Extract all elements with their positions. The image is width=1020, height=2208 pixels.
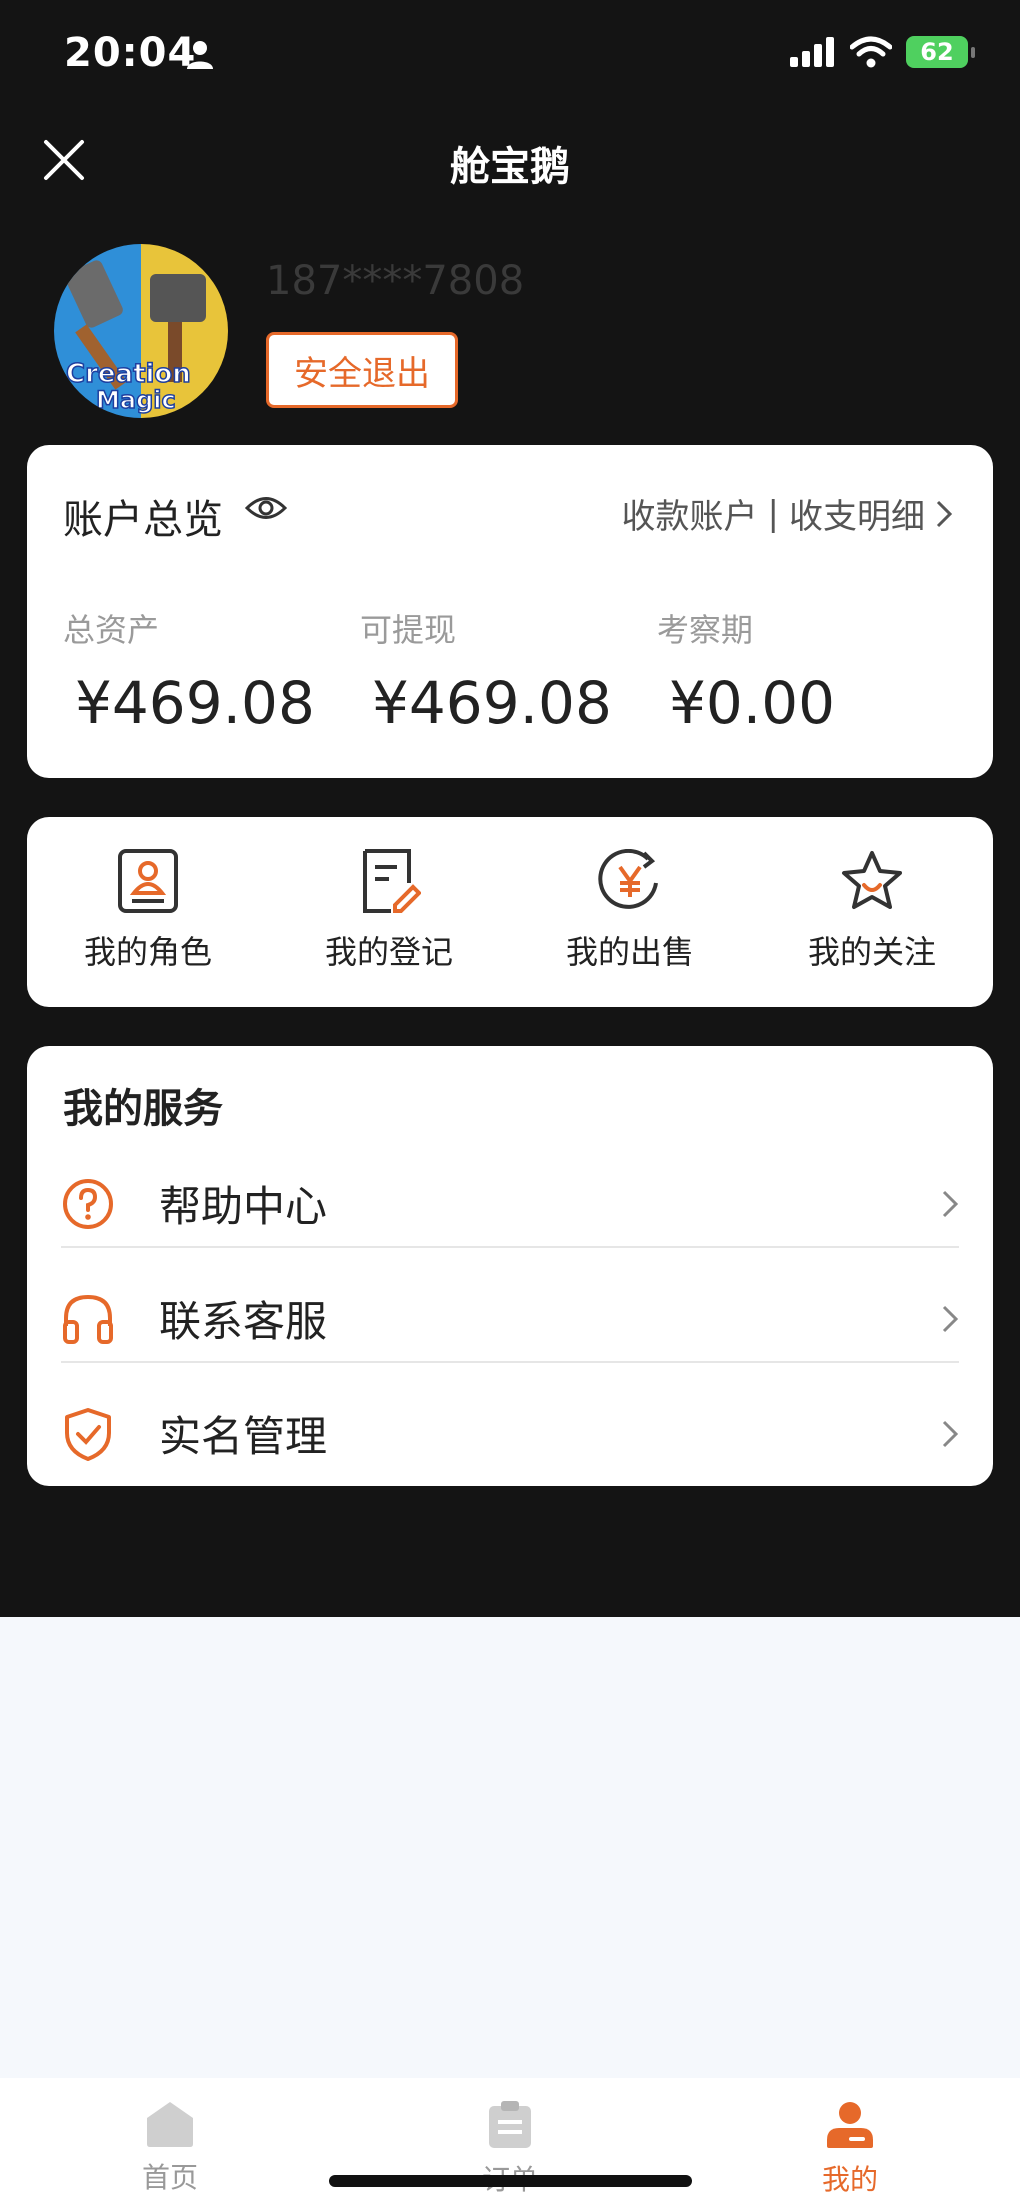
shortcut-label: 我的角色: [83, 933, 212, 971]
shortcut-my-follow[interactable]: 我的关注: [787, 849, 957, 973]
wifi-icon: [850, 36, 892, 68]
shortcut-my-register[interactable]: 我的登记: [304, 849, 474, 973]
statement-link[interactable]: 收支明细: [789, 489, 925, 538]
services-card: 我的服务 帮助中心 联系客服 实名管理: [27, 1046, 993, 1486]
account-links: 收款账户 | 收支明细: [622, 489, 953, 538]
stat-label: 考察期: [657, 611, 754, 649]
account-overview-card: 账户总览 收款账户 | 收支明细 总资产 ¥469.08 可提现 ¥469.08…: [27, 445, 993, 778]
headset-icon: [63, 1294, 113, 1344]
stat-label: 可提现: [360, 611, 457, 649]
shield-check-icon: [65, 1407, 111, 1461]
register-edit-icon: [363, 849, 421, 913]
receive-account-link[interactable]: 收款账户: [622, 489, 758, 538]
shortcut-my-role[interactable]: 我的角色: [63, 849, 233, 973]
avatar-text-2: Magic: [96, 386, 176, 414]
star-follow-icon: [842, 851, 902, 909]
stat-withdrawable: 可提现 ¥469.08: [360, 605, 612, 737]
home-indicator: [329, 2175, 692, 2187]
stat-label: 总资产: [63, 611, 160, 649]
shortcut-my-sales[interactable]: 我的出售: [545, 849, 715, 973]
user-icon: [827, 2102, 873, 2148]
shortcuts-card: 我的角色 我的登记 我的出售 我的关注: [27, 817, 993, 1007]
tab-mine[interactable]: 我的: [780, 2100, 920, 2198]
service-label: 实名管理: [159, 1412, 328, 1461]
battery-level: 62: [920, 38, 954, 66]
services-title: 我的服务: [63, 1086, 223, 1132]
service-label: 联系客服: [159, 1297, 328, 1346]
phone-number: 187****7808: [266, 258, 525, 304]
logout-button[interactable]: 安全退出: [266, 332, 458, 408]
link-separator: |: [767, 493, 779, 534]
tab-label: 首页: [141, 2161, 198, 2194]
stat-value: ¥469.08: [75, 669, 315, 737]
shortcut-label: 我的登记: [324, 933, 453, 971]
status-indicators: 62: [790, 36, 975, 68]
service-customer-support[interactable]: 联系客服: [61, 1261, 959, 1376]
status-time: 20:04: [64, 30, 197, 76]
avatar-image: Creation Magic: [54, 244, 228, 418]
service-help-center[interactable]: 帮助中心: [61, 1146, 959, 1261]
shortcut-label: 我的关注: [807, 933, 936, 971]
stat-total-assets: 总资产 ¥469.08: [63, 605, 315, 737]
question-circle-icon: [63, 1178, 113, 1229]
account-overview-title: 账户总览: [63, 497, 223, 543]
chevron-right-icon: [936, 500, 953, 527]
battery-indicator: 62: [906, 36, 975, 68]
person-status-icon: [187, 41, 213, 69]
avatar[interactable]: Creation Magic: [54, 244, 228, 418]
tab-home[interactable]: 首页: [100, 2100, 240, 2196]
shortcut-label: 我的出售: [565, 933, 694, 971]
bottom-tab-bar: 首页 订单 我的: [0, 2078, 1020, 2208]
role-card-icon: [118, 849, 178, 913]
divider: [61, 1246, 959, 1248]
chevron-right-icon: [942, 1420, 959, 1447]
tab-label: 我的: [821, 2163, 878, 2196]
clipboard-icon: [489, 2101, 531, 2148]
stat-probation: 考察期 ¥0.00: [657, 605, 835, 737]
divider: [61, 1361, 959, 1363]
home-icon: [147, 2102, 193, 2147]
chevron-right-icon: [942, 1305, 959, 1332]
service-real-name[interactable]: 实名管理: [61, 1376, 959, 1491]
chevron-right-icon: [942, 1190, 959, 1217]
signal-icon: [790, 37, 834, 67]
eye-icon[interactable]: [245, 493, 287, 523]
stat-value: ¥469.08: [372, 669, 612, 737]
avatar-text-1: Creation: [66, 359, 191, 389]
service-label: 帮助中心: [159, 1182, 328, 1231]
stat-value: ¥0.00: [669, 669, 836, 737]
yen-sell-icon: [598, 849, 658, 909]
page-title: 舱宝鹅: [450, 144, 570, 190]
